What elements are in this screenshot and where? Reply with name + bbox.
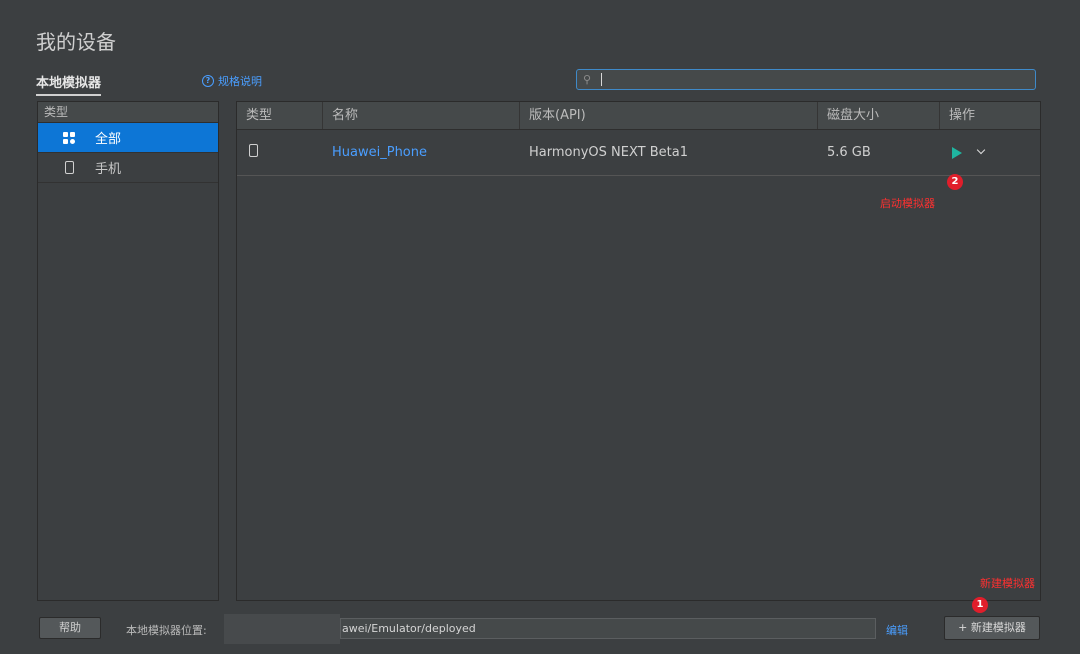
device-disk-size: 5.6 GB <box>827 145 871 160</box>
row-actions <box>940 145 1040 159</box>
category-label: 全部 <box>95 132 122 147</box>
question-icon: ? <box>202 75 214 87</box>
chevron-down-icon[interactable] <box>976 145 986 154</box>
annotation-new-emulator: 新建模拟器 <box>980 577 1035 590</box>
search-box[interactable]: ⚲ <box>576 69 1036 90</box>
column-header-disk[interactable]: 磁盘大小 <box>818 102 940 129</box>
location-path-field[interactable]: awei/Emulator/deployed <box>340 618 876 639</box>
spec-help-link[interactable]: ? 规格说明 <box>202 73 262 89</box>
phone-icon <box>61 161 77 174</box>
text-caret <box>601 73 602 86</box>
search-input[interactable] <box>603 70 1027 90</box>
phone-icon <box>249 144 258 157</box>
page-title: 我的设备 <box>36 30 116 54</box>
table-header: 类型 名称 版本(API) 磁盘大小 操作 <box>237 102 1040 130</box>
row-type-cell <box>237 144 323 161</box>
column-header-name[interactable]: 名称 <box>323 102 520 129</box>
grid-icon <box>61 131 77 144</box>
category-label: 手机 <box>95 162 122 177</box>
tab-local-emulator[interactable]: 本地模拟器 <box>36 72 102 96</box>
annotation-badge-2: 2 <box>947 174 963 190</box>
play-icon[interactable] <box>952 146 962 159</box>
device-table: 类型 名称 版本(API) 磁盘大小 操作 Huawei_Phone Harmo… <box>236 101 1041 601</box>
annotation-badge-1: 1 <box>972 597 988 613</box>
search-icon: ⚲ <box>583 73 592 86</box>
category-header: 类型 <box>38 102 218 123</box>
location-label: 本地模拟器位置: <box>126 624 207 637</box>
column-header-version[interactable]: 版本(API) <box>520 102 818 129</box>
redacted-region <box>224 614 340 644</box>
column-header-actions: 操作 <box>949 108 976 123</box>
annotation-start-emulator: 启动模拟器 <box>880 197 935 210</box>
table-row[interactable]: Huawei_Phone HarmonyOS NEXT Beta1 5.6 GB <box>237 130 1040 176</box>
spec-help-label: 规格说明 <box>218 75 262 88</box>
new-emulator-button[interactable]: + 新建模拟器 <box>944 616 1040 640</box>
column-header-type[interactable]: 类型 <box>237 102 323 129</box>
device-name-link[interactable]: Huawei_Phone <box>323 145 520 160</box>
edit-location-link[interactable]: 编辑 <box>886 622 908 638</box>
category-item-all[interactable]: 全部 <box>38 123 218 153</box>
device-version: HarmonyOS NEXT Beta1 <box>529 145 688 160</box>
help-button[interactable]: 帮助 <box>39 617 101 639</box>
category-item-phone[interactable]: 手机 <box>38 153 218 183</box>
category-panel: 类型 全部 手机 <box>37 101 219 601</box>
